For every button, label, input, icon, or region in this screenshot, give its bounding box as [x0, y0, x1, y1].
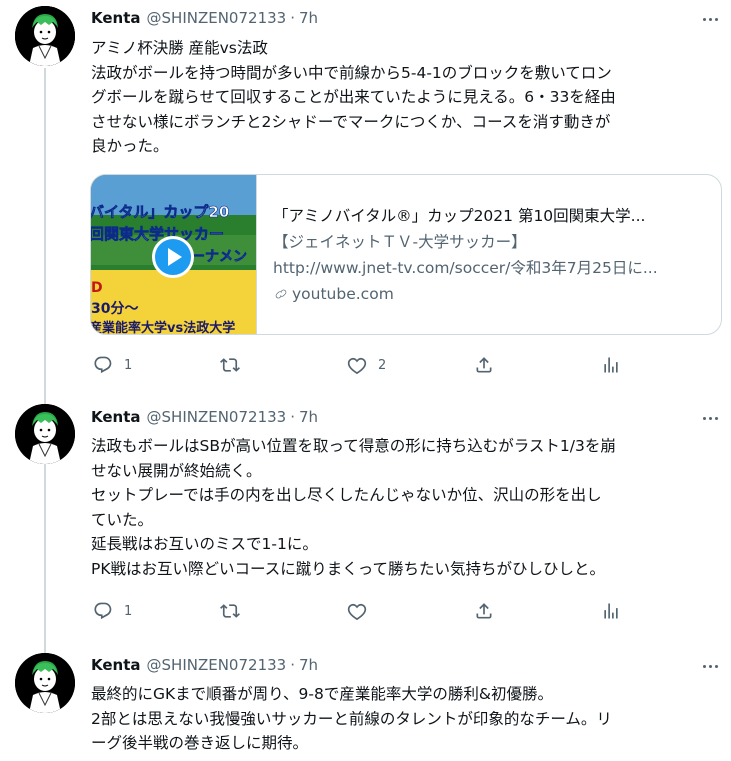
card-domain: youtube.com	[273, 283, 707, 305]
link-icon	[273, 286, 289, 302]
thumb-text: D	[91, 280, 103, 296]
timestamp[interactable]: 7h	[299, 9, 318, 27]
tweet-actions: 1 2	[78, 348, 638, 382]
retweet-icon	[213, 348, 247, 382]
avatar[interactable]	[15, 653, 75, 713]
author-handle[interactable]: @SHINZEN072133	[147, 656, 287, 674]
reply-icon	[86, 348, 120, 382]
share-icon	[467, 594, 501, 628]
analytics-button[interactable]	[594, 348, 628, 382]
thumb-text: 30分～	[91, 301, 138, 317]
reply-button[interactable]: 1	[86, 348, 132, 382]
author-name[interactable]: Kenta	[91, 9, 141, 27]
card-domain-text: youtube.com	[292, 285, 394, 303]
link-card[interactable]: バイタル」カップ20 回関東大学サッカー ーナメン D 30分～ 産業能率大学v…	[90, 174, 722, 335]
tweet-text-line: ていた。	[91, 510, 154, 529]
heart-icon	[340, 348, 374, 382]
retweet-button[interactable]	[213, 348, 251, 382]
tweet-header: Kenta @SHINZEN072133 · 7h	[91, 654, 318, 676]
reply-count: 1	[124, 357, 133, 373]
retweet-icon	[213, 594, 247, 628]
avatar[interactable]	[15, 6, 75, 66]
reply-count: 1	[124, 603, 133, 619]
separator-dot: ·	[290, 408, 295, 426]
tweet[interactable]: Kenta @SHINZEN072133 · 7h 法政もボールはSBが高い位置…	[0, 402, 731, 646]
thumb-text: 回関東大学サッカー	[91, 225, 224, 243]
tweet-text-line: させない様にボランチと2シャドーでマークにつくか、コースを消す動きが	[91, 112, 611, 131]
like-count: 2	[378, 357, 387, 373]
retweet-button[interactable]	[213, 594, 251, 628]
analytics-icon	[594, 348, 628, 382]
separator-dot: ·	[290, 9, 295, 27]
tweet-text-line: アミノ杯決勝 産能vs法政	[91, 39, 268, 57]
tweet[interactable]: Kenta @SHINZEN072133 · 7h 最終的にGKまで順番が周り、…	[0, 650, 731, 761]
tweet-text-line: せない展開が終始続く。	[91, 461, 262, 480]
card-title: 「アミノバイタル®」カップ2021 第10回関東大学...	[273, 207, 646, 225]
timestamp[interactable]: 7h	[299, 408, 318, 426]
timestamp[interactable]: 7h	[299, 656, 318, 674]
reply-button[interactable]: 1	[86, 594, 132, 628]
separator-dot: ·	[290, 656, 295, 674]
thumb-text: バイタル」カップ20	[91, 203, 229, 221]
reply-icon	[86, 594, 120, 628]
more-options-icon[interactable]	[699, 8, 721, 30]
author-handle[interactable]: @SHINZEN072133	[147, 408, 287, 426]
tweet-actions: 1	[78, 594, 638, 628]
tweet-header: Kenta @SHINZEN072133 · 7h	[91, 7, 318, 29]
author-handle[interactable]: @SHINZEN072133	[147, 9, 287, 27]
video-thumbnail[interactable]: バイタル」カップ20 回関東大学サッカー ーナメン D 30分～ 産業能率大学v…	[91, 175, 257, 335]
avatar[interactable]	[15, 404, 75, 464]
tweet-text-line: 延長戦はお互いのミスで1-1に。	[91, 535, 318, 553]
tweet-text-line: 法政もボールはSBが高い位置を取って得意の形に持ち込むがラスト1/3を崩	[91, 437, 616, 455]
tweet[interactable]: Kenta @SHINZEN072133 · 7h アミノ杯決勝 産能vs法政 …	[0, 0, 731, 392]
author-name[interactable]: Kenta	[91, 656, 141, 674]
tweet-text-line: 最終的にGKまで順番が周り、9-8で産業能率大学の勝利&初優勝。	[91, 685, 553, 703]
thumb-text: 産業能率大学vs法政大学	[91, 320, 235, 335]
more-options-icon[interactable]	[699, 407, 721, 429]
tweet-text-line: セットプレーでは手の内を出し尽くしたんじゃないか位、沢山の形を出し	[91, 486, 602, 504]
heart-icon	[340, 594, 374, 628]
play-button-icon[interactable]	[152, 236, 194, 278]
tweet-header: Kenta @SHINZEN072133 · 7h	[91, 406, 318, 428]
tweet-text-line: PK戦はお互い際どいコースに蹴りまくって勝ちたい気持ちがひしひしと。	[91, 559, 605, 578]
tweet-text-line: 2部とは思えない我慢強いサッカーと前線のタレントが印象的なチーム。リ	[91, 709, 612, 728]
like-button[interactable]: 2	[340, 348, 386, 382]
share-icon	[467, 348, 501, 382]
tweet-text: アミノ杯決勝 産能vs法政 法政がボールを持つ時間が多い中で前線から5-4-1の…	[91, 36, 719, 159]
like-button[interactable]	[340, 594, 378, 628]
share-button[interactable]	[467, 348, 501, 382]
tweet-text-line: グボールを蹴らせて回収することが出来ていたように見える。6・33を経由	[91, 88, 616, 106]
more-options-icon[interactable]	[699, 655, 721, 677]
tweet-text: 法政もボールはSBが高い位置を取って得意の形に持ち込むがラスト1/3を崩 せない…	[91, 434, 719, 581]
tweet-text-line: ーグ後半戦の巻き返しに期待。	[91, 734, 309, 752]
tweet-text: 最終的にGKまで順番が周り、9-8で産業能率大学の勝利&初優勝。 2部とは思えな…	[91, 682, 719, 756]
share-button[interactable]	[467, 594, 501, 628]
card-description: 【ジェイネットＴＶ-大学サッカー】	[273, 233, 527, 251]
tweet-text-line: 良かった。	[91, 137, 169, 155]
tweet-text-line: 法政がボールを持つ時間が多い中で前線から5-4-1のブロックを敷いてロン	[91, 63, 612, 82]
author-name[interactable]: Kenta	[91, 408, 141, 426]
card-body: 「アミノバイタル®」カップ2021 第10回関東大学... 【ジェイネットＴＶ-…	[257, 175, 721, 334]
analytics-icon	[594, 594, 628, 628]
card-url: http://www.jnet-tv.com/soccer/令和3年7月25日に…	[273, 259, 658, 277]
analytics-button[interactable]	[594, 594, 628, 628]
thumb-text: ーナメン	[191, 249, 247, 265]
